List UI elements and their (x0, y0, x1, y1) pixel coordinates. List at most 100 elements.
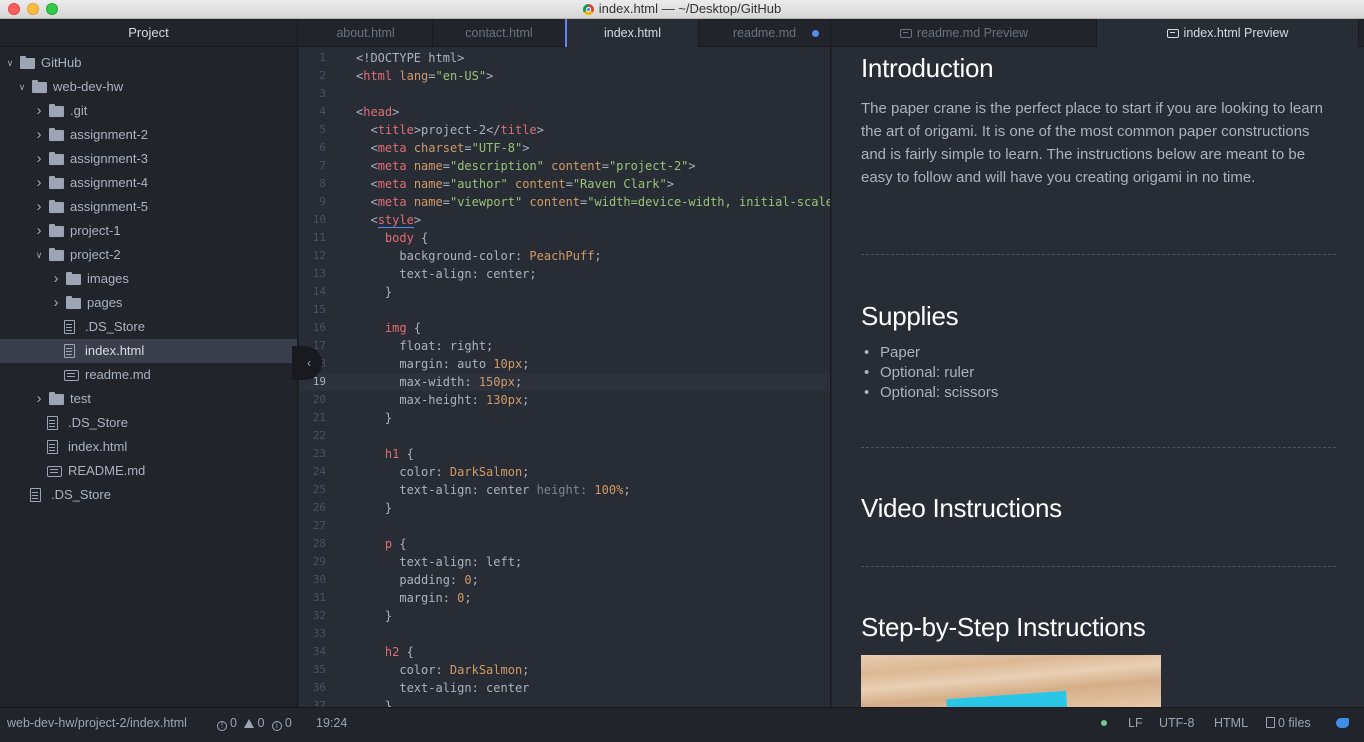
tree-item-label: GitHub (41, 55, 82, 70)
list-item: Optional: ruler (864, 363, 998, 383)
code-line[interactable]: 34 h2 { (299, 643, 830, 661)
code-line[interactable]: 24 color: DarkSalmon; (299, 463, 830, 481)
chevron-right-icon[interactable]: › (33, 171, 45, 195)
warning-icon (244, 719, 255, 728)
code-line[interactable]: 37 } (299, 697, 830, 707)
chevron-down-icon[interactable]: ∨ (33, 243, 45, 267)
code-line[interactable]: 7 <meta name="description" content="proj… (299, 157, 830, 175)
code-line[interactable]: 20 max-height: 130px; (299, 391, 830, 409)
code-line[interactable]: 8 <meta name="author" content="Raven Cla… (299, 175, 830, 193)
code-line[interactable]: 29 text-align: left; (299, 553, 830, 571)
file-path[interactable]: web-dev-hw/project-2/index.html (7, 708, 187, 738)
code-text: text-align: left; (356, 555, 523, 569)
cursor-position[interactable]: 19:24 (316, 708, 347, 738)
code-line[interactable]: 2 <html lang="en-US"> (299, 67, 830, 85)
tree-folder[interactable]: › assignment-5 (0, 195, 297, 219)
chevron-right-icon[interactable]: › (33, 219, 45, 243)
code-line[interactable]: 10 <style> (299, 211, 830, 229)
chevron-right-icon[interactable]: › (33, 387, 45, 411)
tree-folder[interactable]: ∨ web-dev-hw (0, 75, 297, 99)
tab-readme-md-preview[interactable]: readme.md Preview (832, 19, 1097, 47)
line-ending-selector[interactable]: LF (1128, 708, 1143, 738)
code-line[interactable]: 22 (299, 427, 830, 445)
code-line[interactable]: 30 padding: 0; (299, 571, 830, 589)
code-line[interactable]: 33 (299, 625, 830, 643)
html-preview-pane[interactable]: Introduction The paper crane is the perf… (832, 47, 1364, 707)
code-line[interactable]: 26 } (299, 499, 830, 517)
code-line[interactable]: 6 <meta charset="UTF-8"> (299, 139, 830, 157)
code-line[interactable]: 31 margin: 0; (299, 589, 830, 607)
code-line[interactable]: 16 img { (299, 319, 830, 337)
minimize-window-button[interactable] (27, 3, 39, 15)
close-window-button[interactable] (8, 3, 20, 15)
chevron-right-icon[interactable]: › (33, 195, 45, 219)
code-line[interactable]: 23 h1 { (299, 445, 830, 463)
tab-index-html-preview[interactable]: index.html Preview (1097, 19, 1359, 48)
tree-folder[interactable]: › assignment-2 (0, 123, 297, 147)
chevron-down-icon[interactable]: ∨ (4, 51, 16, 75)
feedback-bird-icon[interactable] (1336, 708, 1349, 738)
maximize-window-button[interactable] (46, 3, 58, 15)
chevron-right-icon[interactable]: › (50, 267, 62, 291)
code-text: padding: 0; (356, 573, 479, 587)
tree-file[interactable]: .DS_Store (0, 411, 297, 435)
code-line[interactable]: 13 text-align: center; (299, 265, 830, 283)
code-line[interactable]: 21 } (299, 409, 830, 427)
tree-folder[interactable]: › assignment-4 (0, 171, 297, 195)
tree-file[interactable]: index.html (0, 339, 297, 363)
tree-folder[interactable]: ∨ project-2 (0, 243, 297, 267)
linter-summary[interactable]: ! 0 0 i0 (217, 708, 292, 738)
code-text: <title>project-2</title> (370, 123, 544, 137)
line-number: 3 (319, 87, 326, 100)
tree-file[interactable]: .DS_Store (0, 483, 297, 507)
chevron-right-icon[interactable]: › (50, 291, 62, 315)
chevron-right-icon[interactable]: › (33, 99, 45, 123)
tree-folder[interactable]: › assignment-3 (0, 147, 297, 171)
grammar-selector[interactable]: HTML (1214, 708, 1248, 738)
github-files-status[interactable]: 0 files (1266, 708, 1311, 738)
tree-folder[interactable]: › test (0, 387, 297, 411)
tree-folder[interactable]: ∨ GitHub (0, 51, 297, 75)
list-item: Optional: scissors (864, 383, 998, 403)
tab-index-html[interactable]: index.html (565, 19, 699, 48)
code-editor[interactable]: 1 <!DOCTYPE html> 2 <html lang="en-US"> 3 4 <h… (299, 47, 831, 707)
code-line[interactable]: 27 (299, 517, 830, 535)
code-line[interactable]: 19 max-width: 150px; (299, 373, 830, 391)
code-line[interactable]: 18 margin: auto 10px; (299, 355, 830, 373)
code-line[interactable]: 36 text-align: center (299, 679, 830, 697)
encoding-selector[interactable]: UTF-8 (1159, 708, 1194, 738)
tree-folder[interactable]: › pages (0, 291, 297, 315)
code-line[interactable]: 5 <title>project-2</title> (299, 121, 830, 139)
tree-file[interactable]: readme.md (0, 363, 297, 387)
code-line[interactable]: 28 p { (299, 535, 830, 553)
tab-label: index.html (604, 26, 661, 40)
code-text: text-align: center; (356, 267, 537, 281)
code-line[interactable]: 32 } (299, 607, 830, 625)
tree-folder[interactable]: › project-1 (0, 219, 297, 243)
code-line[interactable]: 1 <!DOCTYPE html> (299, 49, 830, 67)
code-line[interactable]: 9 <meta name="viewport" content="width=d… (299, 193, 830, 211)
code-text: } (356, 699, 393, 707)
code-line[interactable]: 11 body { (299, 229, 830, 247)
chevron-down-icon[interactable]: ∨ (16, 75, 28, 99)
tab-about-html[interactable]: about.html (299, 19, 433, 47)
tree-file[interactable]: .DS_Store (0, 315, 297, 339)
code-line[interactable]: 35 color: DarkSalmon; (299, 661, 830, 679)
code-line[interactable]: 15 (299, 301, 830, 319)
code-line[interactable]: 4 <head> (299, 103, 830, 121)
section-divider (861, 254, 1336, 255)
code-line[interactable]: 3 (299, 85, 830, 103)
tab-readme-md[interactable]: readme.md (699, 19, 831, 47)
tab-contact-html[interactable]: contact.html (433, 19, 566, 47)
code-line[interactable]: 12 background-color: PeachPuff; (299, 247, 830, 265)
tree-file[interactable]: index.html (0, 435, 297, 459)
code-line[interactable]: 25 text-align: center height: 100%; (299, 481, 830, 499)
info-count: 0 (284, 716, 292, 730)
chevron-right-icon[interactable]: › (33, 123, 45, 147)
code-line[interactable]: 14 } (299, 283, 830, 301)
tree-file[interactable]: README.md (0, 459, 297, 483)
code-line[interactable]: 17 float: right; (299, 337, 830, 355)
tree-folder[interactable]: › images (0, 267, 297, 291)
tree-folder[interactable]: › .git (0, 99, 297, 123)
chevron-right-icon[interactable]: › (33, 147, 45, 171)
